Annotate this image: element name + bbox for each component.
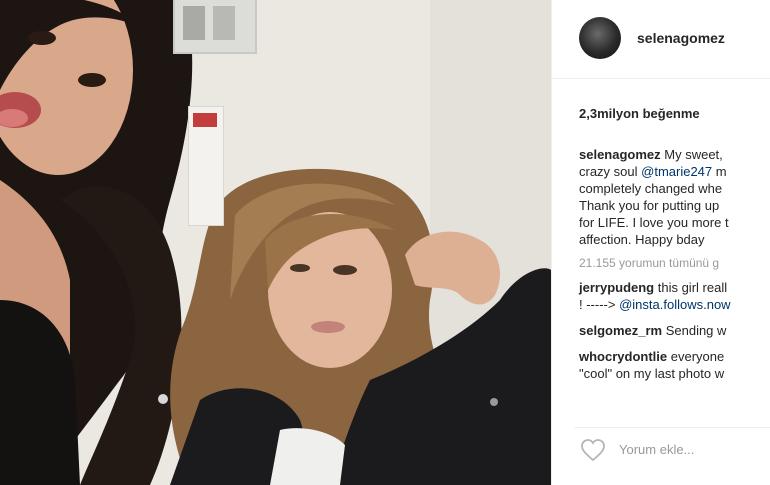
post-username[interactable]: selenagomez xyxy=(637,30,725,46)
comment-text: ! -----> xyxy=(579,297,616,312)
comment-text: Sending w xyxy=(662,323,727,338)
caption-username[interactable]: selenagomez xyxy=(579,147,661,162)
wall-frame xyxy=(173,0,257,54)
avatar[interactable] xyxy=(579,17,621,59)
comment-username[interactable]: whocrydontlie xyxy=(579,349,667,364)
comment-username[interactable]: jerrypudeng xyxy=(579,280,654,295)
comments-section: selenagomez My sweet, crazy soul @tmarie… xyxy=(579,146,770,382)
photo-illustration xyxy=(0,0,551,485)
caption-text: m xyxy=(712,164,727,179)
like-count[interactable]: 2,3milyon beğenme xyxy=(579,106,700,121)
post-header: selenagomez xyxy=(552,0,770,79)
comment-username[interactable]: selgomez_rm xyxy=(579,323,662,338)
caption-text: affection. Happy bday xyxy=(579,232,705,247)
caption-text: Thank you for putting up xyxy=(579,198,720,213)
comment-text: "cool" on my last photo w xyxy=(579,366,725,381)
post-sidebar: selenagomez 2,3milyon beğenme selenagome… xyxy=(551,0,770,485)
mention-link[interactable]: @tmarie247 xyxy=(641,164,712,179)
caption-text: for LIFE. I love you more t xyxy=(579,215,729,230)
comment-item: selgomez_rm Sending w xyxy=(579,322,770,339)
mention-link[interactable]: @insta.follows.now xyxy=(619,297,730,312)
add-comment-input[interactable]: Yorum ekle... xyxy=(619,442,694,457)
comment-item: jerrypudeng this girl reall ! -----> @in… xyxy=(579,279,770,313)
caption-text: crazy soul xyxy=(579,164,642,179)
view-all-comments-link[interactable]: 21.155 yorumun tümünü g xyxy=(579,256,770,270)
heart-outline-icon[interactable] xyxy=(580,438,606,462)
divider xyxy=(574,427,770,428)
caption: selenagomez My sweet, crazy soul @tmarie… xyxy=(579,146,770,248)
comment-text: everyone xyxy=(667,349,725,364)
comment-text: this girl reall xyxy=(654,280,728,295)
post-photo[interactable] xyxy=(0,0,551,485)
caption-text: completely changed whe xyxy=(579,181,723,196)
comment-item: whocrydontlie everyone "cool" on my last… xyxy=(579,348,770,382)
caption-text: My sweet, xyxy=(660,147,723,162)
wall-poster xyxy=(188,106,224,226)
